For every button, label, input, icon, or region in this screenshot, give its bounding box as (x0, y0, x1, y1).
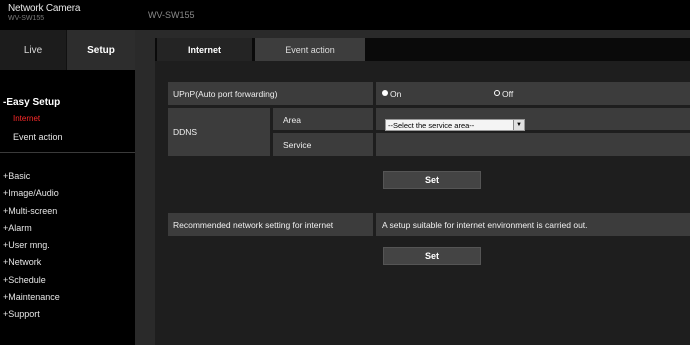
service-label-cell: Service (273, 133, 373, 156)
main-content: Internet Event action UPnP(Auto port for… (135, 30, 690, 345)
tab-live[interactable]: Live (0, 30, 67, 70)
sidebar-item-event-action[interactable]: Event action (13, 132, 63, 142)
area-label-cell: Area (273, 108, 373, 130)
sidebar-item-basic[interactable]: +Basic (3, 168, 60, 185)
sidebar-divider (0, 152, 135, 153)
sidebar-item-support[interactable]: +Support (3, 306, 60, 323)
area-label: Area (283, 115, 301, 125)
service-value-cell (376, 133, 690, 156)
sidebar-item-alarm[interactable]: +Alarm (3, 220, 60, 237)
sidebar: Live Setup -Easy Setup Internet Event ac… (0, 30, 135, 345)
recommended-desc-cell: A setup suitable for internet environmen… (376, 213, 690, 236)
radio-selected-icon[interactable] (382, 90, 388, 96)
sidebar-item-multi-screen[interactable]: +Multi-screen (3, 203, 60, 220)
sidebar-item-schedule[interactable]: +Schedule (3, 272, 60, 289)
sidebar-menu: +Basic +Image/Audio +Multi-screen +Alarm… (3, 168, 60, 324)
upnp-label: UPnP(Auto port forwarding) (173, 89, 278, 99)
radio-on-label[interactable]: On (390, 89, 401, 99)
sidebar-item-image-audio[interactable]: +Image/Audio (3, 185, 60, 202)
sidebar-easy-setup[interactable]: -Easy Setup (3, 97, 60, 108)
ddns-label-cell: DDNS (168, 108, 270, 156)
sidebar-item-maintenance[interactable]: +Maintenance (3, 289, 60, 306)
service-area-select-value: --Select the service area-- (388, 120, 475, 130)
settings-panel: UPnP(Auto port forwarding) On Off DDNS A… (155, 61, 690, 345)
set-button-recommended[interactable]: Set (383, 247, 481, 265)
brand-subtitle: WV-SW155 (8, 15, 45, 22)
recommended-label-cell: Recommended network setting for internet (168, 213, 373, 236)
upnp-value-cell: On Off (376, 82, 690, 105)
tab-bar: Internet Event action (155, 38, 690, 61)
tab-internet[interactable]: Internet (157, 38, 252, 61)
recommended-desc: A setup suitable for internet environmen… (382, 220, 588, 230)
service-area-select[interactable]: --Select the service area-- ▼ (385, 119, 525, 131)
recommended-label: Recommended network setting for internet (173, 220, 334, 230)
set-button-ddns[interactable]: Set (383, 171, 481, 189)
chevron-down-icon[interactable]: ▼ (513, 120, 524, 130)
upnp-label-cell: UPnP(Auto port forwarding) (168, 82, 373, 105)
sidebar-item-internet[interactable]: Internet (13, 114, 40, 123)
top-bar: Network Camera WV-SW155 WV-SW155 (0, 0, 690, 30)
tab-event-action[interactable]: Event action (255, 38, 365, 61)
brand-title: Network Camera (8, 3, 81, 14)
radio-unselected-icon[interactable] (494, 90, 500, 96)
tab-setup[interactable]: Setup (67, 30, 135, 70)
model-name: WV-SW155 (148, 10, 195, 20)
sidebar-item-network[interactable]: +Network (3, 254, 60, 271)
radio-off-label[interactable]: Off (502, 89, 513, 99)
sidebar-item-user-mng[interactable]: +User mng. (3, 237, 60, 254)
ddns-label: DDNS (173, 127, 198, 137)
service-label: Service (283, 140, 312, 150)
